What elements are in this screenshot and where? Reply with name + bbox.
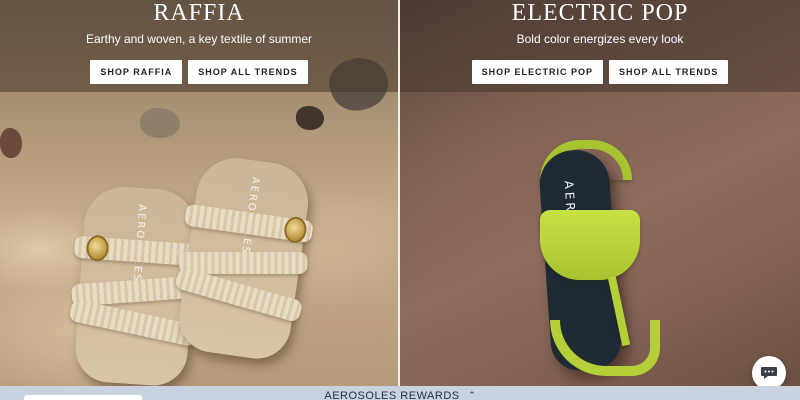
raffia-promo-overlay: RAFFIA Earthy and woven, a key textile o… [0, 0, 398, 92]
electric-pop-subtitle: Bold color energizes every look [516, 32, 684, 46]
chat-bubble-icon [761, 367, 777, 379]
rock-image [0, 128, 22, 158]
rewards-tab[interactable] [24, 395, 142, 400]
shop-all-trends-button[interactable]: SHOP ALL TRENDS [188, 60, 308, 84]
electric-pop-title: ELECTRIC POP [511, 0, 689, 26]
shoe-vamp-strap [540, 210, 640, 280]
page: AEROSOLES AEROSOLES RAFFIA Earthy and wo… [0, 0, 800, 400]
shop-electric-pop-button[interactable]: SHOP ELECTRIC POP [471, 60, 603, 84]
chat-button[interactable] [752, 356, 786, 390]
electric-pop-button-group: SHOP ELECTRIC POP SHOP ALL TRENDS [400, 60, 800, 84]
electric-pop-promo-overlay: ELECTRIC POP Bold color energizes every … [400, 0, 800, 92]
raffia-button-group: SHOP RAFFIA SHOP ALL TRENDS [0, 60, 398, 84]
raffia-sandal-image: AEROSOLES [174, 153, 314, 363]
rewards-label: AEROSOLES REWARDS [324, 390, 460, 400]
shop-raffia-button[interactable]: SHOP RAFFIA [90, 60, 183, 84]
rock-image [140, 108, 180, 138]
rock-image [296, 106, 324, 130]
chevron-up-icon: ⌃ [468, 390, 476, 400]
raffia-subtitle: Earthy and woven, a key textile of summe… [85, 32, 313, 46]
raffia-title: RAFFIA [153, 0, 245, 26]
shop-all-trends-button[interactable]: SHOP ALL TRENDS [609, 60, 729, 84]
